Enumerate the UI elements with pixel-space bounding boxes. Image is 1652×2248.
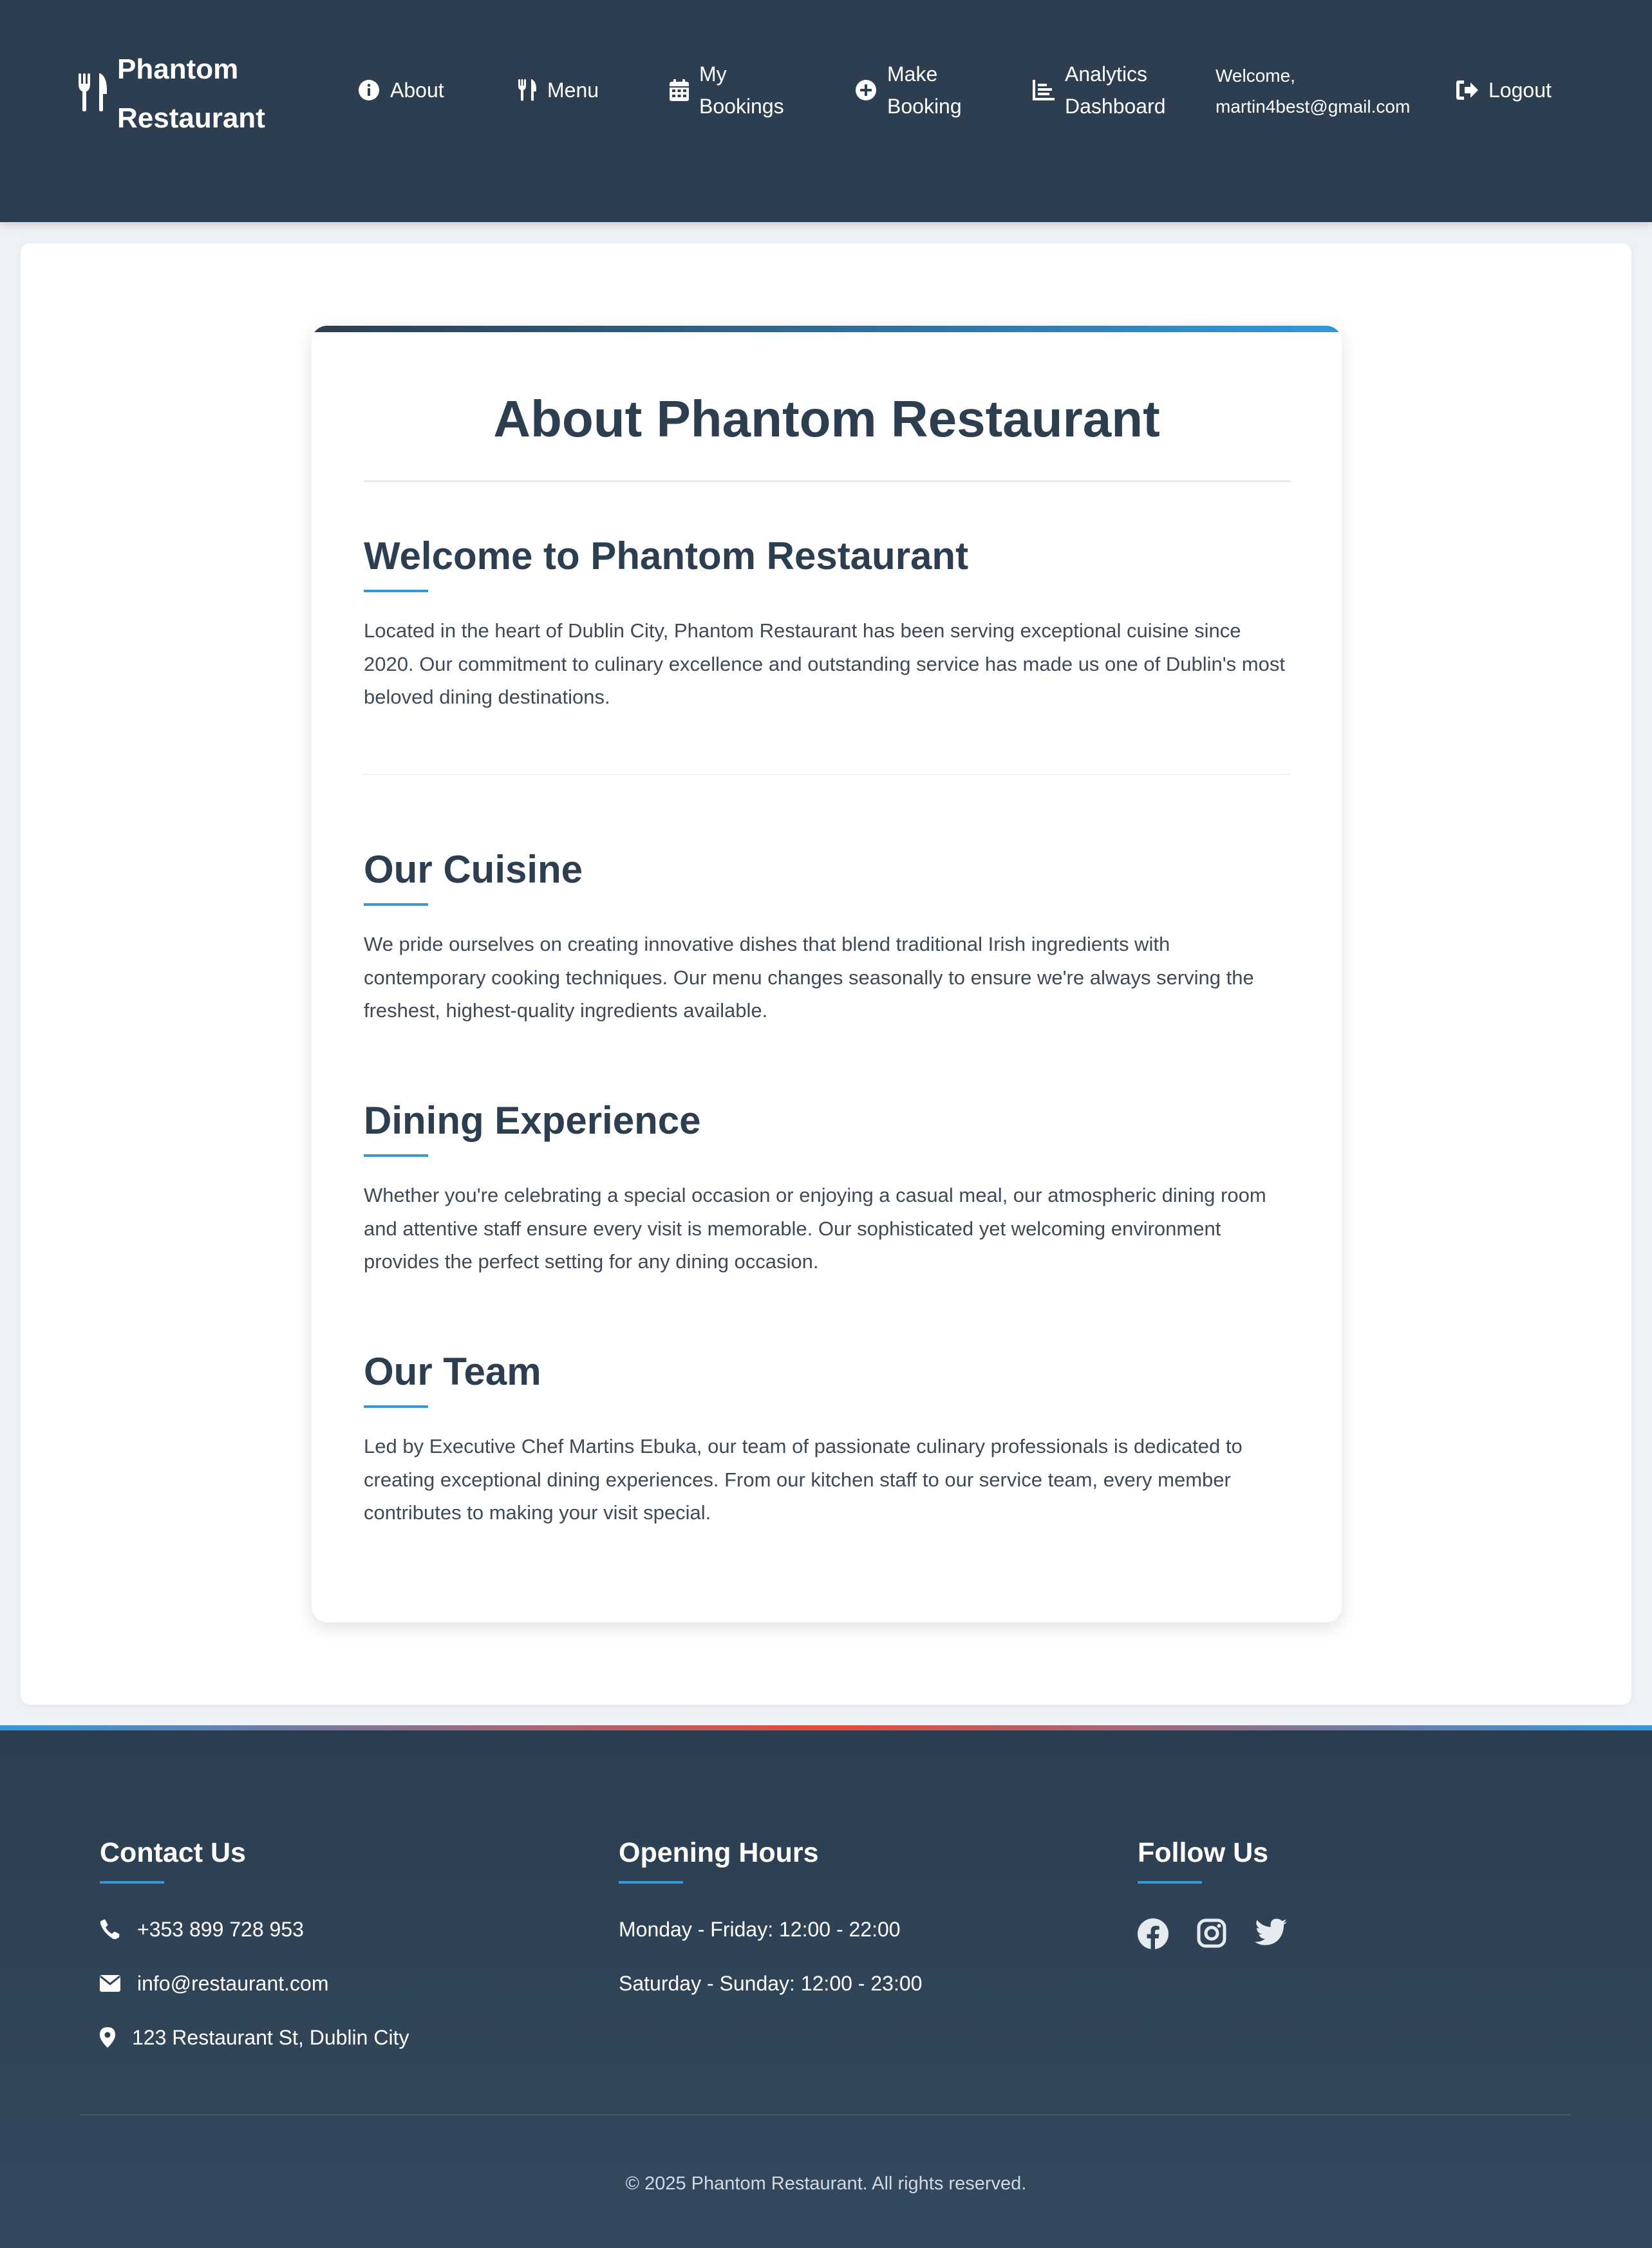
footer-heading: Follow Us (1138, 1837, 1269, 1868)
contact-address: 123 Restaurant St, Dublin City (100, 2021, 409, 2054)
section-team: Our Team Led by Executive Chef Martins E… (364, 1345, 1291, 1530)
nav-make-booking-label: Make Booking (887, 62, 962, 118)
section-dining-experience: Dining Experience Whether you're celebra… (364, 1094, 1291, 1279)
welcome-user-text: Welcome, martin4best@gmail.com (1216, 66, 1411, 117)
instagram-icon[interactable] (1197, 1918, 1226, 1948)
footer-gradient-stripe (0, 1725, 1652, 1730)
footer-divider (81, 2114, 1571, 2115)
heading-underline (364, 1405, 428, 1408)
logout-label: Logout (1488, 79, 1552, 102)
logout-button[interactable]: Logout (1456, 74, 1552, 106)
section-welcome: Welcome to Phantom Restaurant Located in… (364, 529, 1291, 714)
footer-hours: Opening Hours (619, 1833, 819, 1884)
section-cuisine: Our Cuisine We pride ourselves on creati… (364, 843, 1291, 1027)
brand-link[interactable]: Phantom Restaurant (77, 45, 323, 143)
nav-about-label: About (390, 79, 444, 102)
nav-analytics-dashboard-label: Analytics Dashboard (1065, 62, 1166, 118)
section-heading: Our Team (364, 1350, 541, 1393)
footer-follow: Follow Us (1138, 1833, 1268, 1884)
nav-menu[interactable]: Menu (518, 74, 599, 106)
nav-menu-label: Menu (547, 79, 599, 102)
plus-circle-icon (856, 80, 876, 100)
phone-icon (100, 1919, 120, 1940)
hours-weekday: Monday - Friday: 12:00 - 22:00 (619, 1918, 901, 1941)
heading-underline (1138, 1881, 1202, 1884)
map-marker-icon (100, 2027, 115, 2048)
footer-heading: Opening Hours (619, 1837, 819, 1868)
calendar-icon (670, 79, 689, 101)
heading-underline (100, 1881, 164, 1884)
utensils-icon (518, 79, 536, 101)
title-divider (364, 480, 1291, 482)
logout-icon (1456, 80, 1478, 100)
street-address: 123 Restaurant St, Dublin City (132, 2026, 409, 2049)
chart-icon (1033, 80, 1055, 100)
nav-my-bookings-label: My Bookings (699, 62, 784, 118)
heading-underline (364, 590, 428, 592)
contact-email[interactable]: info@restaurant.com (100, 1967, 329, 2000)
section-heading: Our Cuisine (364, 848, 583, 891)
footer-contact: Contact Us (100, 1833, 246, 1884)
email-address: info@restaurant.com (137, 1972, 329, 1995)
nav-analytics-dashboard[interactable]: Analytics Dashboard (1033, 58, 1174, 122)
section-heading: Welcome to Phantom Restaurant (364, 534, 969, 577)
heading-underline (364, 903, 428, 906)
heading-underline (619, 1881, 683, 1884)
envelope-icon (100, 1975, 120, 1992)
section-text: Whether you're celebrating a special occ… (364, 1184, 1266, 1273)
utensils-icon (79, 73, 107, 111)
phone-number: +353 899 728 953 (137, 1918, 304, 1941)
nav-about[interactable]: About (358, 74, 444, 106)
section-divider (364, 774, 1291, 775)
info-circle-icon (359, 80, 379, 100)
facebook-icon[interactable] (1138, 1918, 1169, 1949)
section-heading: Dining Experience (364, 1099, 701, 1142)
social-links (1138, 1918, 1315, 1949)
twitter-icon[interactable] (1255, 1918, 1287, 1945)
card-gradient-bar (312, 326, 1342, 332)
brand-name: Phantom Restaurant (117, 53, 265, 134)
contact-phone[interactable]: +353 899 728 953 (100, 1913, 304, 1945)
section-text: Located in the heart of Dublin City, Pha… (364, 619, 1285, 708)
page-title: About Phantom Restaurant (493, 390, 1160, 447)
section-text: We pride ourselves on creating innovativ… (364, 933, 1254, 1022)
copyright: © 2025 Phantom Restaurant. All rights re… (625, 2173, 1027, 2194)
hours-weekend: Saturday - Sunday: 12:00 - 23:00 (619, 1972, 923, 1995)
footer: Contact Us +353 899 728 953 info@restaur… (0, 1725, 1652, 2248)
section-text: Led by Executive Chef Martins Ebuka, our… (364, 1435, 1243, 1524)
nav-my-bookings[interactable]: My Bookings (670, 58, 789, 122)
footer-heading: Contact Us (100, 1837, 246, 1868)
nav-make-booking[interactable]: Make Booking (855, 58, 971, 122)
navbar: Phantom Restaurant About Menu My Booking… (0, 0, 1652, 222)
about-card: About Phantom Restaurant Welcome to Phan… (312, 326, 1342, 1622)
heading-underline (364, 1154, 428, 1157)
